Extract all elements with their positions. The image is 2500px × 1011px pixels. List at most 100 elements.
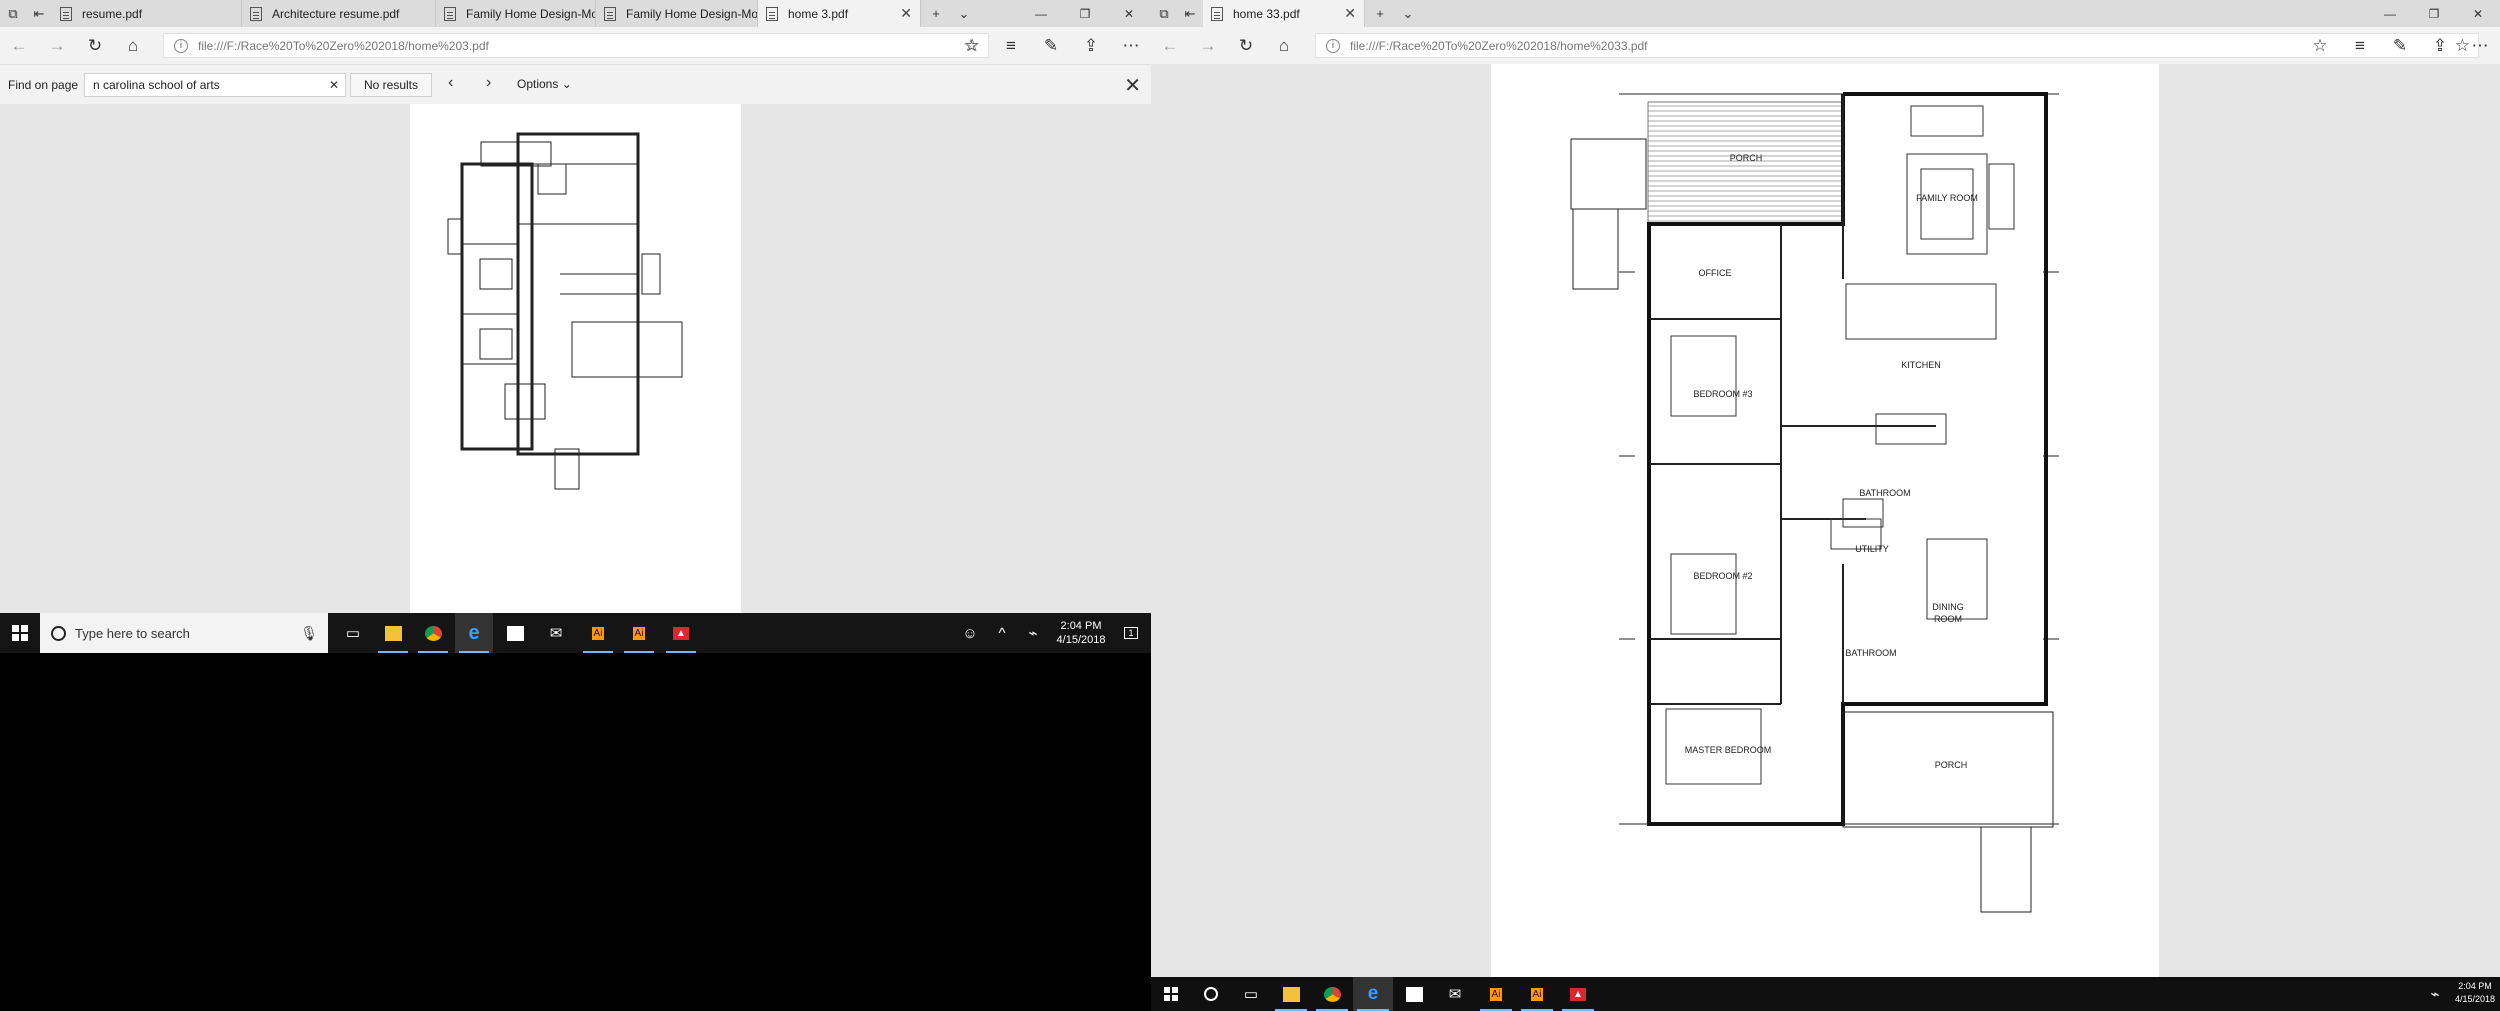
- options-label: Options: [517, 77, 559, 91]
- favorites-icon[interactable]: ☆: [2300, 36, 2340, 56]
- browser-tools: ☆ ≡ ✎ ⇪ ⋯: [2300, 27, 2500, 64]
- tab-architecture-resume[interactable]: Architecture resume.pdf: [242, 0, 436, 27]
- search-placeholder: Type here to search: [75, 625, 190, 641]
- tab-list-chevron-icon[interactable]: ⌄: [951, 0, 977, 27]
- acrobat-icon[interactable]: ▲: [1558, 977, 1598, 1011]
- close-tab-icon[interactable]: ✕: [1344, 5, 1356, 22]
- window-close-icon[interactable]: ✕: [1107, 0, 1151, 27]
- new-tab-button[interactable]: +: [1365, 0, 1395, 27]
- tab-list-chevron-icon[interactable]: ⌄: [1395, 0, 1421, 27]
- home-icon[interactable]: ⌂: [114, 36, 152, 56]
- store-icon[interactable]: [1394, 977, 1434, 1011]
- tab-home-3[interactable]: home 3.pdf ✕: [758, 0, 921, 27]
- chrome-icon[interactable]: [1312, 977, 1352, 1011]
- network-icon[interactable]: ⌁: [1018, 613, 1048, 653]
- edge-icon[interactable]: e: [455, 613, 493, 653]
- clock-date: 4/15/2018: [1056, 634, 1106, 646]
- clear-find-icon[interactable]: ✕: [329, 74, 339, 96]
- taskbar-search-box[interactable]: Type here to search 🎙: [40, 613, 328, 653]
- new-tab-button[interactable]: +: [921, 0, 951, 27]
- info-icon[interactable]: i: [174, 38, 188, 53]
- right-browser-window: ⧉ ⇤ home 33.pdf ✕ + ⌄ — ❐ ✕ ← → ↻ ⌂ i fi…: [1151, 0, 2500, 977]
- refresh-icon[interactable]: ↻: [1227, 36, 1265, 56]
- clock[interactable]: 2:04 PM 4/15/2018: [1052, 619, 1110, 647]
- refresh-icon[interactable]: ↻: [76, 36, 114, 56]
- room-label-kitchen: KITCHEN: [1901, 360, 1941, 370]
- illustrator-icon[interactable]: Ai: [1476, 977, 1516, 1011]
- tab-home-33[interactable]: home 33.pdf ✕: [1203, 0, 1365, 27]
- back-arrow-icon[interactable]: ←: [0, 36, 38, 56]
- tab-label: home 33.pdf: [1233, 6, 1300, 21]
- windows-start-icon[interactable]: [1151, 977, 1191, 1011]
- pdf-page-thumbnail: [410, 104, 741, 613]
- tab-family-home-design-2[interactable]: Family Home Design-Mode: [596, 0, 758, 27]
- share-icon[interactable]: ⇪: [1071, 36, 1111, 56]
- pdf-viewer[interactable]: PORCH FAMILY ROOM OFFICE KITCHEN BEDROOM…: [1151, 64, 2500, 977]
- windows-start-icon[interactable]: [0, 613, 40, 653]
- pdf-viewer[interactable]: [0, 104, 1151, 613]
- store-icon[interactable]: [496, 613, 534, 653]
- find-input[interactable]: n carolina school of arts ✕: [84, 73, 346, 97]
- restore-tabs-icon[interactable]: ⇤: [1177, 0, 1203, 27]
- favorites-icon[interactable]: ☆: [951, 36, 991, 56]
- room-label-bedroom-2: BEDROOM #2: [1693, 571, 1752, 581]
- close-find-icon[interactable]: ✕: [1124, 73, 1141, 98]
- room-label-bathroom-2: BATHROOM: [1845, 648, 1896, 658]
- restore-icon[interactable]: ❐: [1063, 0, 1107, 27]
- restore-icon[interactable]: ❐: [2412, 0, 2456, 27]
- room-label-dining-line2: ROOM: [1934, 614, 1962, 624]
- notification-center-icon[interactable]: 1: [1114, 613, 1148, 653]
- reading-list-icon[interactable]: ≡: [991, 36, 1031, 56]
- info-icon[interactable]: i: [1326, 38, 1340, 53]
- cortana-icon[interactable]: [1191, 977, 1231, 1011]
- find-label: Find on page: [8, 77, 79, 92]
- illustrator-icon[interactable]: Ai: [579, 613, 617, 653]
- minimize-icon[interactable]: —: [2368, 0, 2412, 27]
- restore-tabs-icon[interactable]: ⇤: [26, 0, 52, 27]
- room-label-utility: UTILITY: [1855, 544, 1889, 554]
- clock-time: 2:04 PM: [2458, 981, 2492, 991]
- share-icon[interactable]: ⇪: [2420, 36, 2460, 56]
- pen-icon[interactable]: ✎: [2380, 36, 2420, 56]
- more-icon[interactable]: ⋯: [2460, 36, 2500, 56]
- tab-bar: ⧉ ⇤ resume.pdf Architecture resume.pdf F…: [0, 0, 1151, 27]
- room-label-family-room: FAMILY ROOM: [1916, 193, 1978, 203]
- close-tab-icon[interactable]: ✕: [900, 5, 912, 22]
- set-aside-tabs-icon[interactable]: ⧉: [1151, 0, 1177, 27]
- chrome-icon[interactable]: [414, 613, 452, 653]
- edge-icon[interactable]: e: [1353, 977, 1393, 1011]
- file-explorer-icon[interactable]: [1271, 977, 1311, 1011]
- mail-icon[interactable]: ✉: [537, 613, 575, 653]
- acrobat-icon[interactable]: ▲: [662, 613, 700, 653]
- back-arrow-icon[interactable]: ←: [1151, 36, 1189, 56]
- tab-resume[interactable]: resume.pdf: [52, 0, 242, 27]
- minimize-icon[interactable]: —: [1019, 0, 1063, 27]
- file-explorer-icon[interactable]: [374, 613, 412, 653]
- forward-arrow-icon[interactable]: →: [38, 36, 76, 56]
- more-icon[interactable]: ⋯: [1111, 36, 1151, 56]
- microphone-icon[interactable]: 🎙: [300, 625, 318, 642]
- forward-arrow-icon[interactable]: →: [1189, 36, 1227, 56]
- find-next-icon[interactable]: ›: [486, 74, 491, 92]
- find-options-button[interactable]: Options ⌄: [517, 77, 572, 91]
- network-icon[interactable]: ⌁: [2421, 977, 2449, 1011]
- illustrator-icon-2[interactable]: Ai: [1517, 977, 1557, 1011]
- home-icon[interactable]: ⌂: [1265, 36, 1303, 56]
- set-aside-tabs-icon[interactable]: ⧉: [0, 0, 26, 27]
- clock[interactable]: 2:04 PM 4/15/2018: [2451, 980, 2499, 1006]
- reading-list-icon[interactable]: ≡: [2340, 36, 2380, 56]
- window-close-icon[interactable]: ✕: [2456, 0, 2500, 27]
- tab-label: home 3.pdf: [788, 6, 849, 21]
- illustrator-icon-2[interactable]: Ai: [620, 613, 658, 653]
- tab-label: Architecture resume.pdf: [272, 6, 400, 21]
- pen-icon[interactable]: ✎: [1031, 36, 1071, 56]
- mail-icon[interactable]: ✉: [1435, 977, 1475, 1011]
- tab-family-home-design-1[interactable]: Family Home Design-Mode: [436, 0, 596, 27]
- find-previous-icon[interactable]: ‹: [448, 74, 453, 92]
- task-view-icon[interactable]: ▭: [334, 613, 372, 653]
- show-hidden-icons-chevron[interactable]: ^: [990, 613, 1014, 653]
- people-icon[interactable]: ☺: [955, 613, 985, 653]
- task-view-icon[interactable]: ▭: [1231, 977, 1271, 1011]
- address-field[interactable]: i file:///F:/Race%20To%20Zero%202018/hom…: [163, 33, 989, 58]
- tab-bar: ⧉ ⇤ home 33.pdf ✕ + ⌄ — ❐ ✕: [1151, 0, 2500, 27]
